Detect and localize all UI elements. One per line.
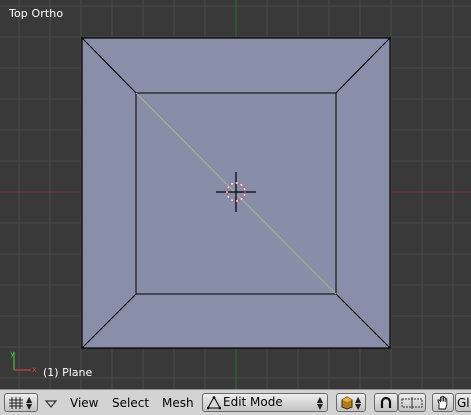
viewport-canvas[interactable]: y x — [0, 0, 471, 389]
updown-arrows-icon: ▲ ▼ — [316, 395, 323, 411]
mesh-face-left[interactable] — [81, 36, 137, 350]
hand-tool-button[interactable] — [432, 393, 454, 412]
manipulator-button[interactable] — [398, 393, 426, 412]
3d-view-header: ▲ ▼ View Select Mesh Edit Mode ▲ ▼ ▲ ▼ G… — [0, 389, 471, 415]
global-orientation-label: Gl — [457, 395, 470, 410]
triangle-down-icon — [44, 400, 58, 408]
mode-selector[interactable]: Edit Mode ▲ ▼ — [202, 393, 328, 412]
view-title: Top Ortho — [9, 7, 64, 20]
3d-viewport[interactable]: y x Top Ortho (1) Plane — [0, 0, 471, 389]
axis-gizmo-icon: y x — [10, 349, 37, 374]
active-object-label: (1) Plane — [43, 366, 93, 379]
mode-label: Edit Mode — [223, 395, 283, 409]
menu-select[interactable]: Select — [112, 394, 149, 412]
svg-text:x: x — [32, 365, 37, 374]
grid-icon — [9, 396, 23, 409]
menu-collapse-button[interactable] — [44, 396, 58, 410]
window-type-button[interactable]: ▲ ▼ — [4, 393, 38, 412]
global-orientation-button[interactable]: Gl — [455, 393, 471, 412]
solid-shading-icon — [341, 395, 353, 410]
pivot-button[interactable] — [374, 393, 398, 412]
updown-arrows-icon: ▲ ▼ — [355, 394, 362, 411]
edit-mode-triangle-icon — [207, 396, 221, 410]
menu-view[interactable]: View — [70, 394, 98, 412]
hand-icon — [437, 395, 448, 409]
manipulator-icon — [401, 396, 423, 409]
menu-mesh[interactable]: Mesh — [162, 394, 194, 412]
viewport-shading-button[interactable]: ▲ ▼ — [336, 393, 366, 412]
svg-text:y: y — [10, 349, 15, 358]
magnet-icon — [380, 396, 392, 408]
updown-arrows-icon: ▲ ▼ — [26, 394, 33, 411]
blender-3d-view-window: y x Top Ortho (1) Plane ▲▼ View Select — [0, 0, 471, 415]
